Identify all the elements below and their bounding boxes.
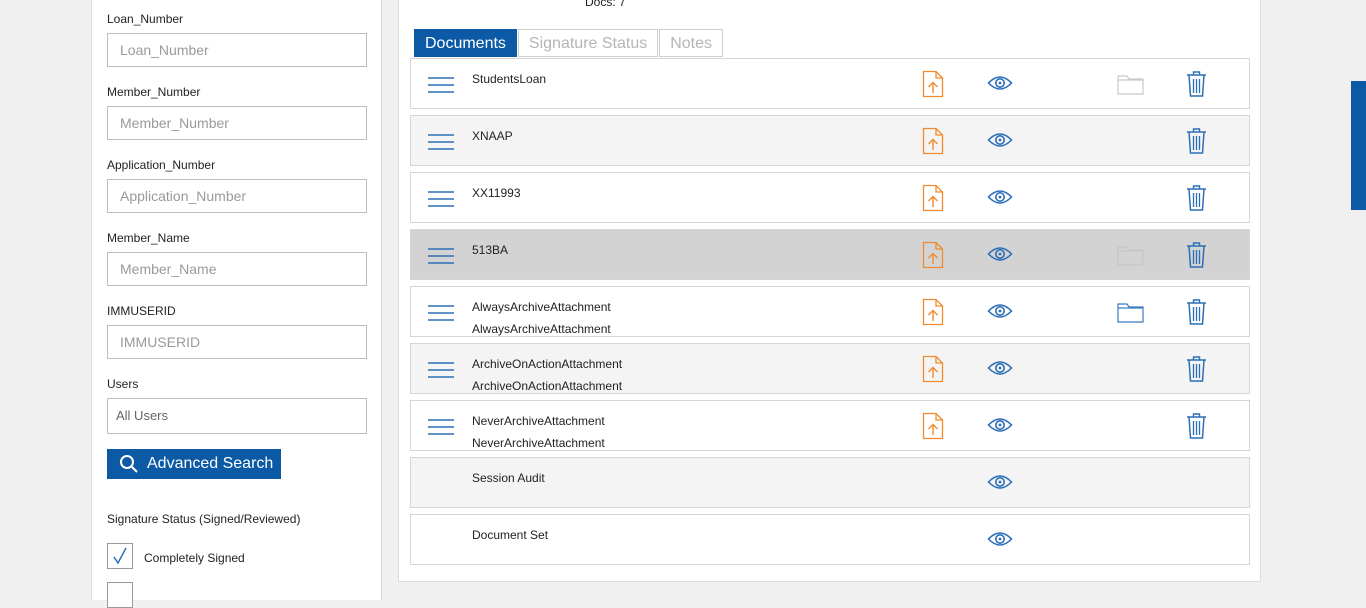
eye-icon[interactable] [987,359,1013,377]
upload-icon[interactable] [922,241,944,269]
document-row[interactable]: Document Set [410,514,1250,565]
hamburger-icon[interactable] [427,189,455,209]
eye-icon[interactable] [987,74,1013,92]
document-name: NeverArchiveAttachment NeverArchiveAttach… [472,410,605,454]
immuserid-label: IMMUSERID [107,304,176,318]
tab-notes[interactable]: Notes [659,29,724,57]
trash-icon[interactable] [1186,241,1207,268]
document-row[interactable]: XNAAP [410,115,1250,166]
document-title: ArchiveOnActionAttachment [472,357,623,371]
member-name-label: Member_Name [107,231,190,245]
upload-icon[interactable] [922,127,944,155]
document-name: AlwaysArchiveAttachment AlwaysArchiveAtta… [472,296,611,340]
folder-icon[interactable] [1117,73,1144,95]
document-row[interactable]: StudentsLoan [410,58,1250,109]
member-name-input[interactable] [107,252,367,286]
hamburger-icon[interactable] [427,75,455,95]
upload-icon[interactable] [922,412,944,440]
hamburger-icon[interactable] [427,246,455,266]
advanced-search-label: Advanced Search [147,455,274,472]
document-title: XX11993 [472,186,521,200]
hamburger-icon[interactable] [427,360,455,380]
document-subtitle: AlwaysArchiveAttachment [472,322,611,336]
trash-icon[interactable] [1186,127,1207,154]
loan-number-label: Loan_Number [107,12,184,26]
document-title: AlwaysArchiveAttachment [472,300,611,314]
document-name: XX11993 [472,182,521,204]
document-row[interactable]: AlwaysArchiveAttachment AlwaysArchiveAtta… [410,286,1250,337]
folder-icon[interactable] [1117,301,1144,323]
eye-icon[interactable] [987,245,1013,263]
filter-panel: Loan_Number Member_Number Application_Nu… [91,0,382,608]
upload-icon[interactable] [922,298,944,326]
member-number-label: Member_Number [107,85,201,99]
users-select[interactable]: All Users [107,398,367,434]
document-subtitle: ArchiveOnActionAttachment [472,379,623,393]
upload-icon[interactable] [922,70,944,98]
documents-panel: Docs: 7 Documents Signature Status Notes… [398,0,1261,582]
eye-icon[interactable] [987,188,1013,206]
completely-signed-checkbox[interactable] [107,543,133,569]
document-name: ArchiveOnActionAttachment ArchiveOnAction… [472,353,622,397]
document-name: StudentsLoan [472,68,546,90]
upload-icon[interactable] [922,355,944,383]
completely-signed-label: Completely Signed [144,551,245,565]
document-row[interactable]: NeverArchiveAttachment NeverArchiveAttach… [410,400,1250,451]
document-row[interactable]: ArchiveOnActionAttachment ArchiveOnAction… [410,343,1250,394]
eye-icon[interactable] [987,302,1013,320]
trash-icon[interactable] [1186,70,1207,97]
loan-number-input[interactable] [107,33,367,67]
document-title: Session Audit [472,471,545,485]
document-row[interactable]: Session Audit [410,457,1250,508]
advanced-search-button[interactable]: Advanced Search [107,449,281,479]
signature-status-label: Signature Status (Signed/Reviewed) [107,512,301,526]
document-name: Session Audit [472,467,545,489]
document-name: XNAAP [472,125,513,147]
application-number-label: Application_Number [107,158,216,172]
folder-icon[interactable] [1117,244,1144,266]
member-number-input[interactable] [107,106,367,140]
tab-signature-status[interactable]: Signature Status [517,29,659,57]
trash-icon[interactable] [1186,298,1207,325]
side-accent-bar [1351,81,1366,210]
hamburger-icon[interactable] [427,303,455,323]
document-title: StudentsLoan [472,72,547,86]
tab-bar: Documents Signature Status Notes [414,29,724,57]
document-subtitle: NeverArchiveAttachment [472,436,605,450]
document-title: 513BA [472,243,509,257]
tab-documents[interactable]: Documents [414,29,517,57]
document-row[interactable]: XX11993 [410,172,1250,223]
next-status-checkbox[interactable] [107,582,133,608]
search-icon [120,455,138,473]
document-row[interactable]: 513BA [410,229,1250,280]
immuserid-input[interactable] [107,325,367,359]
hamburger-icon[interactable] [427,417,455,437]
docs-count: Docs: 7 [585,0,626,9]
document-name: 513BA [472,239,508,261]
trash-icon[interactable] [1186,355,1207,382]
users-label: Users [107,377,139,391]
document-name: Document Set [472,524,548,546]
upload-icon[interactable] [922,184,944,212]
trash-icon[interactable] [1186,184,1207,211]
application-number-input[interactable] [107,179,367,213]
check-icon [113,547,127,565]
eye-icon[interactable] [987,416,1013,434]
eye-icon[interactable] [987,530,1013,548]
document-title: Document Set [472,528,549,542]
trash-icon[interactable] [1186,412,1207,439]
document-title: XNAAP [472,129,513,143]
eye-icon[interactable] [987,131,1013,149]
eye-icon[interactable] [987,473,1013,491]
hamburger-icon[interactable] [427,132,455,152]
document-title: NeverArchiveAttachment [472,414,605,428]
